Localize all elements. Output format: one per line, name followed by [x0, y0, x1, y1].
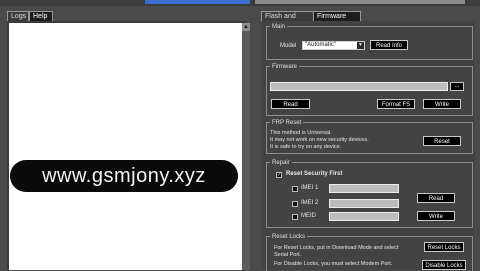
- meid-checkbox[interactable]: [292, 214, 298, 220]
- log-scrollbar[interactable]: ▲: [242, 23, 250, 270]
- disable-locks-button[interactable]: Disable Locks: [422, 260, 466, 270]
- reset-locks-button[interactable]: Reset Locks: [424, 242, 464, 252]
- model-value: "Automatic": [305, 42, 336, 48]
- firmware-path-input[interactable]: [270, 82, 448, 91]
- repair-write-button[interactable]: Write: [417, 211, 455, 221]
- format-fs-button[interactable]: Format FS: [377, 99, 415, 109]
- firmware-title: Firmware: [270, 64, 299, 71]
- reset-locks-note-1: For Reset Locks, put in Download Mode an…: [274, 245, 399, 251]
- watermark-banner: www.gsmjony.xyz: [10, 160, 238, 192]
- tab-flash-and-repair[interactable]: Flash and Repair: [261, 11, 314, 29]
- top-toolbar-strip: [0, 0, 480, 6]
- repair-title: Repair: [270, 160, 292, 167]
- progress-bar: [145, 0, 250, 4]
- tab-logs[interactable]: Logs: [7, 11, 29, 21]
- repair-read-button[interactable]: Read: [417, 193, 455, 203]
- imei1-input[interactable]: [329, 184, 399, 193]
- frp-note-2: It may not work on new security devices.: [270, 137, 369, 143]
- read-info-button[interactable]: Read Info: [370, 40, 408, 50]
- frp-note-1: This method is Universal.: [270, 130, 332, 136]
- imei2-label: IMEI 2: [301, 200, 319, 206]
- reset-security-label: Reset Security First: [286, 171, 343, 177]
- imei1-label: IMEI 1: [301, 185, 319, 191]
- imei2-checkbox[interactable]: [292, 201, 298, 207]
- frp-title: FRP Reset: [270, 120, 304, 127]
- tab-firmware-tool[interactable]: Firmware Tool: [313, 11, 361, 29]
- meid-label: MEID: [301, 213, 316, 219]
- up-arrow-icon[interactable]: ▲: [242, 23, 250, 31]
- browse-button[interactable]: ...: [450, 82, 464, 91]
- reset-security-checkbox[interactable]: ✓: [276, 172, 282, 178]
- chevron-down-icon[interactable]: ▼: [357, 42, 364, 49]
- tab-help[interactable]: Help: [29, 11, 53, 21]
- reset-locks-title: Reset Locks: [270, 234, 308, 241]
- frp-reset-button[interactable]: Reset: [423, 136, 461, 146]
- model-label: Model: [280, 43, 297, 49]
- firmware-read-button[interactable]: Read: [271, 99, 310, 109]
- imei1-checkbox[interactable]: [292, 186, 298, 192]
- imei2-input[interactable]: [329, 199, 399, 208]
- firmware-write-button[interactable]: Write: [423, 99, 461, 109]
- frp-note-3: It is safe to try on any device.: [270, 144, 342, 150]
- toolbar-field: [255, 0, 465, 4]
- model-select[interactable]: "Automatic" ▼: [302, 41, 365, 50]
- reset-locks-note-3: For Disable Locks, you must select Modem…: [274, 261, 393, 267]
- log-output[interactable]: [9, 23, 242, 270]
- meid-input[interactable]: [329, 212, 399, 221]
- main-title: Main: [270, 24, 288, 31]
- reset-locks-note-2: Serial Port.: [274, 252, 302, 258]
